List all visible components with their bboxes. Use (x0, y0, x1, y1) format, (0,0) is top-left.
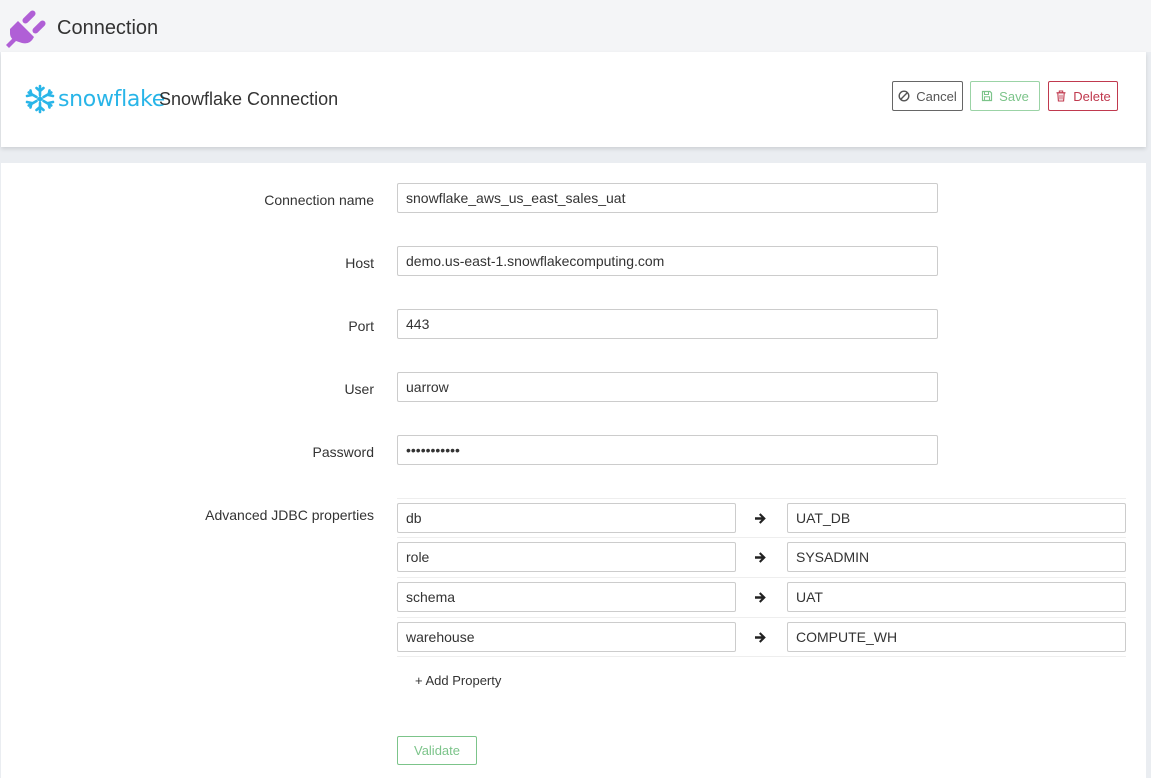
advanced-jdbc-label: Advanced JDBC properties (205, 507, 374, 523)
page-title: Connection (57, 17, 159, 39)
port-label: Port (348, 318, 374, 334)
password-input[interactable]: ••••••••••• (397, 435, 938, 465)
connection-form: Connection name snowflake_aws_us_east_sa… (1, 163, 1146, 778)
delete-button[interactable]: Delete (1048, 81, 1118, 111)
save-button[interactable]: Save (970, 81, 1040, 111)
delete-button-label: Delete (1073, 88, 1111, 104)
save-button-label: Save (999, 88, 1029, 104)
connection-name-label: Connection name (264, 192, 374, 208)
property-row: db UAT_DB (397, 498, 1126, 538)
property-row: warehouse COMPUTE_WH (397, 617, 1126, 657)
trash-icon (1056, 90, 1066, 102)
user-input[interactable]: uarrow (397, 372, 938, 402)
snowflake-icon (25, 84, 55, 114)
host-input[interactable]: demo.us-east-1.snowflakecomputing.com (397, 246, 938, 276)
validate-button[interactable]: Validate (397, 736, 477, 765)
arrow-right-icon (755, 632, 766, 643)
cancel-button-label: Cancel (916, 88, 957, 104)
property-key-input[interactable]: warehouse (397, 622, 736, 652)
add-property-link[interactable]: + Add Property (415, 673, 501, 688)
top-bar: Connection (0, 0, 1151, 52)
property-value-input[interactable]: UAT_DB (787, 503, 1126, 533)
arrow-right-icon (755, 552, 766, 563)
port-input[interactable]: 443 (397, 309, 938, 339)
property-key-input[interactable]: schema (397, 582, 736, 612)
cancel-button[interactable]: Cancel (892, 81, 963, 111)
property-key-input[interactable]: role (397, 542, 736, 572)
plug-icon (6, 10, 46, 48)
snowflake-wordmark: snowflake (58, 86, 165, 112)
connection-header-card: snowflake Snowflake Connection Cancel Sa… (1, 52, 1146, 147)
property-value-input[interactable]: COMPUTE_WH (787, 622, 1126, 652)
property-value-input[interactable]: SYSADMIN (787, 542, 1126, 572)
ban-icon (898, 90, 910, 102)
property-key-input[interactable]: db (397, 503, 736, 533)
password-label: Password (312, 444, 374, 460)
arrow-right-icon (755, 592, 766, 603)
floppy-disk-icon (982, 90, 993, 102)
properties-divider (397, 656, 1126, 657)
property-row: role SYSADMIN (397, 537, 1126, 577)
user-label: User (344, 381, 374, 397)
host-label: Host (345, 255, 374, 271)
snowflake-logo: snowflake (24, 82, 165, 116)
property-value-input[interactable]: UAT (787, 582, 1126, 612)
arrow-right-icon (755, 513, 766, 524)
connection-name-input[interactable]: snowflake_aws_us_east_sales_uat (397, 183, 938, 213)
connection-title: Snowflake Connection (159, 89, 339, 109)
property-row: schema UAT (397, 577, 1126, 617)
